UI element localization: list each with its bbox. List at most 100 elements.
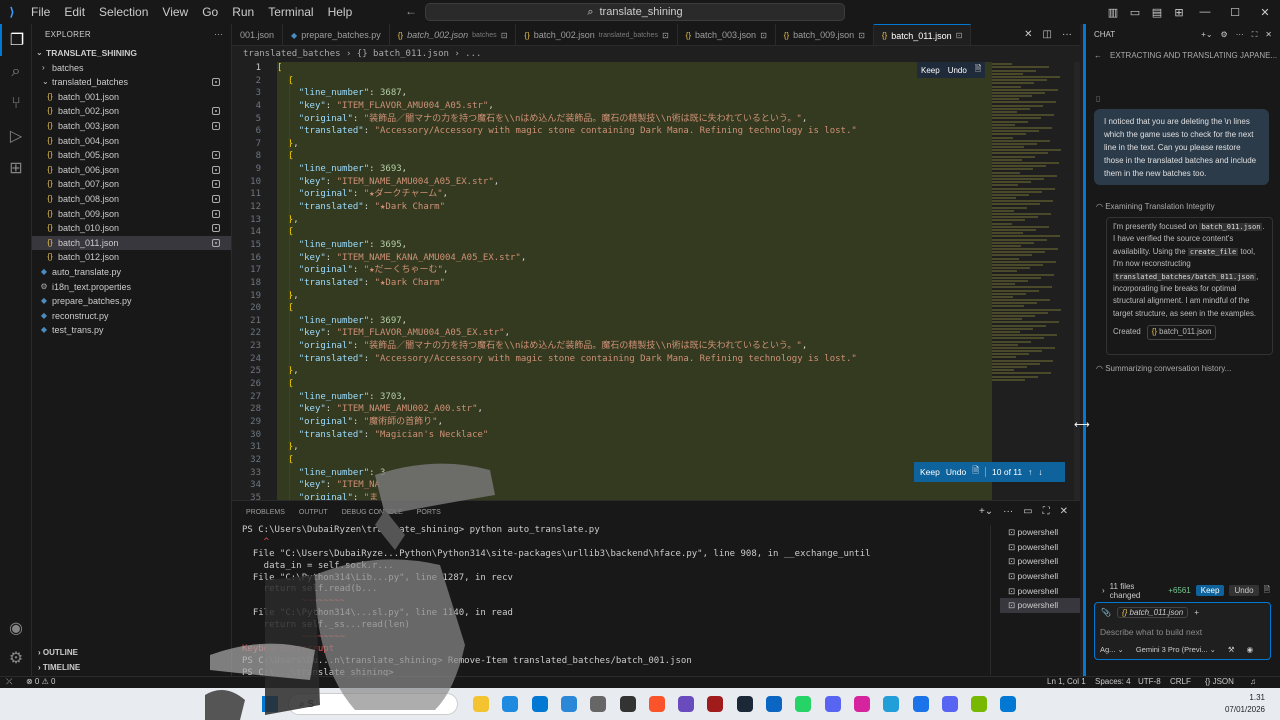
chat-settings-icon[interactable]: ⚙ [1221, 24, 1228, 46]
code-line[interactable]: "original": "★ダークチャーム", [277, 188, 992, 201]
code-editor[interactable]: 1 2 3 4 5 6 7 8 9 10 11 12 13 14 15 16 17 18 19 20 21 22 23 24 2… [232, 62, 992, 500]
attachment-chip[interactable]: {} batch_011.json [1116, 607, 1189, 618]
diff-icon[interactable]: 🗎 [1264, 584, 1270, 598]
notepad-icon[interactable] [912, 696, 929, 712]
menu-file[interactable]: File [24, 0, 57, 24]
editor-tab[interactable]: {} batch_003.json ⊡ [678, 24, 776, 45]
split-editor-icon[interactable]: ◫ [1043, 29, 1052, 40]
chevron-right-icon[interactable]: › [1102, 586, 1105, 595]
arrow-down-icon[interactable]: ↓ [1038, 467, 1042, 477]
menu-edit[interactable]: Edit [57, 0, 92, 24]
code-line[interactable]: "original": "魔術師の首飾り", [277, 416, 992, 429]
arrow-up-icon[interactable]: ↑ [1028, 467, 1032, 477]
code-line[interactable]: }, [277, 138, 992, 151]
file-item[interactable]: {} batch_010.json [32, 221, 231, 236]
root-file-item[interactable]: ◆ prepare_batches.py [32, 294, 231, 309]
close-tab-icon[interactable]: ✕ [1024, 29, 1032, 40]
file-item[interactable]: {} batch_008.json [32, 192, 231, 207]
customize-layout-icon[interactable]: ⊞ [1168, 6, 1190, 19]
undo-all-button[interactable]: Undo [1229, 585, 1259, 596]
modified-dot-icon[interactable]: ⊡ [501, 31, 508, 40]
back-arrow-icon[interactable]: ← [1094, 46, 1102, 66]
store-icon[interactable] [531, 696, 548, 712]
code-line[interactable]: [ [277, 62, 992, 75]
editor-tab[interactable]: {} batch_011.json ⊡ [873, 24, 972, 45]
file-item[interactable]: {} batch_004.json [32, 134, 231, 149]
code-line[interactable]: "line_number": 3695, [277, 239, 992, 252]
menu-go[interactable]: Go [195, 0, 225, 24]
timeline-section[interactable]: › TIMELINE [32, 661, 232, 675]
editor-scrollbar[interactable] [1074, 62, 1080, 500]
maximize-panel-icon[interactable]: ⛶ [1043, 506, 1050, 517]
code-line[interactable]: { [277, 150, 992, 163]
terminal-item[interactable]: ⊡ powershell [1000, 584, 1080, 599]
menu-help[interactable]: Help [321, 0, 360, 24]
created-file-chip[interactable]: {} batch_011.json [1146, 325, 1217, 340]
root-file-item[interactable]: ⚙ i18n_text.properties [32, 280, 231, 295]
language-mode[interactable]: {} JSON [1205, 677, 1234, 686]
settings-gear-icon[interactable]: ⚙ [0, 642, 32, 674]
file-item[interactable]: {} batch_011.json [32, 235, 231, 251]
terminal-item[interactable]: ⊡ powershell [1000, 598, 1080, 614]
more-actions-icon[interactable]: ··· [214, 24, 223, 46]
menu-run[interactable]: Run [225, 0, 261, 24]
file-item[interactable]: {} batch_005.json [32, 148, 231, 163]
code-line[interactable]: }, [277, 290, 992, 303]
chat-input-box[interactable]: 📎 {} batch_011.json + Describe what to b… [1094, 602, 1271, 660]
modified-dot-icon[interactable]: ⊡ [662, 31, 669, 40]
remote-icon[interactable]: ⤫ [6, 677, 12, 687]
root-file-item[interactable]: ◆ auto_translate.py [32, 265, 231, 280]
code-line[interactable]: { [277, 75, 992, 88]
code-line[interactable]: "translated": "Magician's Necklace" [277, 429, 992, 442]
new-chat-icon[interactable]: +⌄ [1201, 24, 1212, 46]
code-line[interactable]: "translated": "★Dark Charm" [277, 201, 992, 214]
command-center-search[interactable]: ⌕ translate_shining [425, 3, 845, 21]
terminal-item[interactable]: ⊡ powershell [1000, 554, 1080, 569]
bell-icon[interactable]: ♫ [1250, 677, 1256, 686]
undo-button[interactable]: Undo [946, 467, 966, 477]
terminal-item[interactable]: ⊡ powershell [1000, 525, 1080, 540]
code-line[interactable]: "key": "ITEM_FLAVOR_AMU004_A05.str", [277, 100, 992, 113]
code-line[interactable]: "translated": "Accessory/Accessory with … [277, 125, 992, 138]
editor-tab[interactable]: {} batch_002.json batches ⊡ [390, 24, 517, 45]
code-line[interactable]: { [277, 226, 992, 239]
code-line[interactable]: "key": "ITEM_NAME_AMU002_A00.str", [277, 403, 992, 416]
explorer-icon[interactable]: ❐ [0, 24, 32, 56]
modified-dot-icon[interactable]: ⊡ [858, 31, 865, 40]
minimize-button[interactable]: — [1190, 6, 1220, 18]
more-icon[interactable]: ··· [1062, 29, 1072, 40]
terminal-item[interactable]: ⊡ powershell [1000, 540, 1080, 555]
editor-tab[interactable]: {} batch_009.json ⊡ [776, 24, 874, 45]
file-item[interactable]: {} batch_007.json [32, 177, 231, 192]
search-view-icon[interactable]: ⌕ [0, 56, 32, 88]
menu-terminal[interactable]: Terminal [261, 0, 320, 24]
modified-dot-icon[interactable]: ⊡ [956, 31, 963, 40]
code-line[interactable]: }, [277, 365, 992, 378]
root-file-item[interactable]: ◆ test_trans.py [32, 323, 231, 338]
layout-secondary-icon[interactable]: ▤ [1146, 6, 1168, 19]
discord-icon[interactable] [824, 696, 841, 712]
menu-view[interactable]: View [155, 0, 195, 24]
editor-tab[interactable]: ◆ prepare_batches.py [283, 24, 390, 45]
code-line[interactable]: "original": "装飾品／闇マナの力を持つ魔石を\\nはめ込んだ装飾品。… [277, 340, 992, 353]
thinking-header[interactable]: ◠ Examining Translation Integrity [1096, 202, 1215, 211]
indentation[interactable]: Spaces: 4 [1095, 677, 1131, 686]
extensions-icon[interactable]: ⊞ [0, 152, 32, 184]
chat-input-placeholder[interactable]: Describe what to build next [1100, 627, 1202, 637]
folder-translated-batches[interactable]: ⌄ translated_batches [32, 75, 231, 90]
eol[interactable]: CRLF [1170, 677, 1191, 686]
run-debug-icon[interactable]: ▷ [0, 120, 32, 152]
code-line[interactable]: { [277, 302, 992, 315]
outline-section[interactable]: › OUTLINE [32, 646, 232, 660]
breadcrumb[interactable]: translated_batches › {} batch_011.json ›… [232, 46, 1080, 62]
terminal-icon[interactable] [619, 696, 636, 712]
visual-studio-icon[interactable] [678, 696, 695, 712]
code-line[interactable]: "original": "装飾品／闇マナの力を持つ魔石を\\nはめ込んだ装飾品。… [277, 113, 992, 126]
modified-dot-icon[interactable]: ⊡ [760, 31, 767, 40]
new-terminal-icon[interactable]: +⌄ [979, 506, 993, 517]
whatsapp-icon[interactable] [795, 696, 812, 712]
editor-tab[interactable]: 001.json [232, 24, 284, 45]
layout-sidebar-icon[interactable]: ▥ [1102, 6, 1124, 19]
editor-tab[interactable]: {} batch_002.json translated_batches ⊡ [516, 24, 678, 45]
file-item[interactable]: {} batch_012.json [32, 250, 231, 265]
